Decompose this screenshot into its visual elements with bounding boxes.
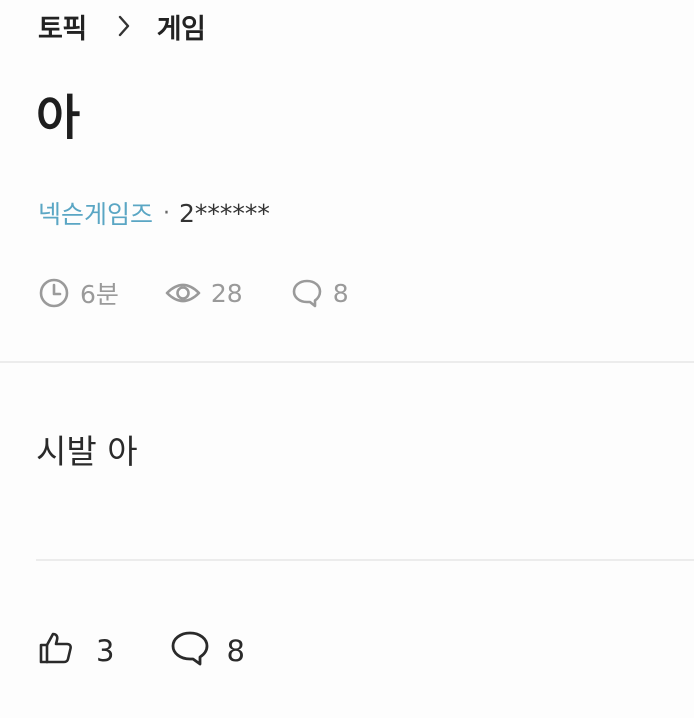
thumbs-up-icon (38, 631, 74, 672)
breadcrumb: 토픽 게임 (38, 7, 206, 46)
speech-bubble-icon (170, 630, 210, 673)
post-stats: 6분 28 8 (38, 276, 349, 310)
post-page: 토픽 게임 아 넥슨게임즈 · 2****** 6분 28 8 시발 아 3 8 (0, 0, 694, 718)
comment-button[interactable]: 8 (170, 630, 245, 673)
comment-action-count: 8 (226, 634, 245, 668)
post-body: 시발 아 (36, 432, 138, 471)
eye-icon (165, 278, 201, 308)
like-button[interactable]: 3 (38, 631, 114, 672)
like-count: 3 (96, 634, 115, 668)
time-ago: 6분 (80, 280, 119, 309)
clock-icon (38, 277, 70, 309)
meta-separator: · (163, 200, 171, 226)
author-company[interactable]: 넥슨게임즈 (38, 195, 153, 231)
author-masked-id: 2****** (179, 198, 270, 228)
stat-views: 28 (165, 278, 243, 308)
header-divider (0, 361, 694, 363)
body-divider (36, 559, 694, 561)
breadcrumb-game-link[interactable]: 게임 (157, 7, 206, 46)
post-actions: 3 8 (38, 630, 245, 672)
stat-time: 6분 (38, 275, 119, 311)
breadcrumb-topic-link[interactable]: 토픽 (38, 7, 87, 46)
post-title: 아 (36, 90, 81, 146)
comment-count: 8 (332, 278, 349, 308)
speech-bubble-icon (291, 278, 323, 308)
post-meta: 넥슨게임즈 · 2****** (38, 196, 270, 230)
chevron-right-icon (117, 14, 131, 38)
stat-comments: 8 (291, 278, 349, 308)
view-count: 28 (210, 278, 243, 308)
